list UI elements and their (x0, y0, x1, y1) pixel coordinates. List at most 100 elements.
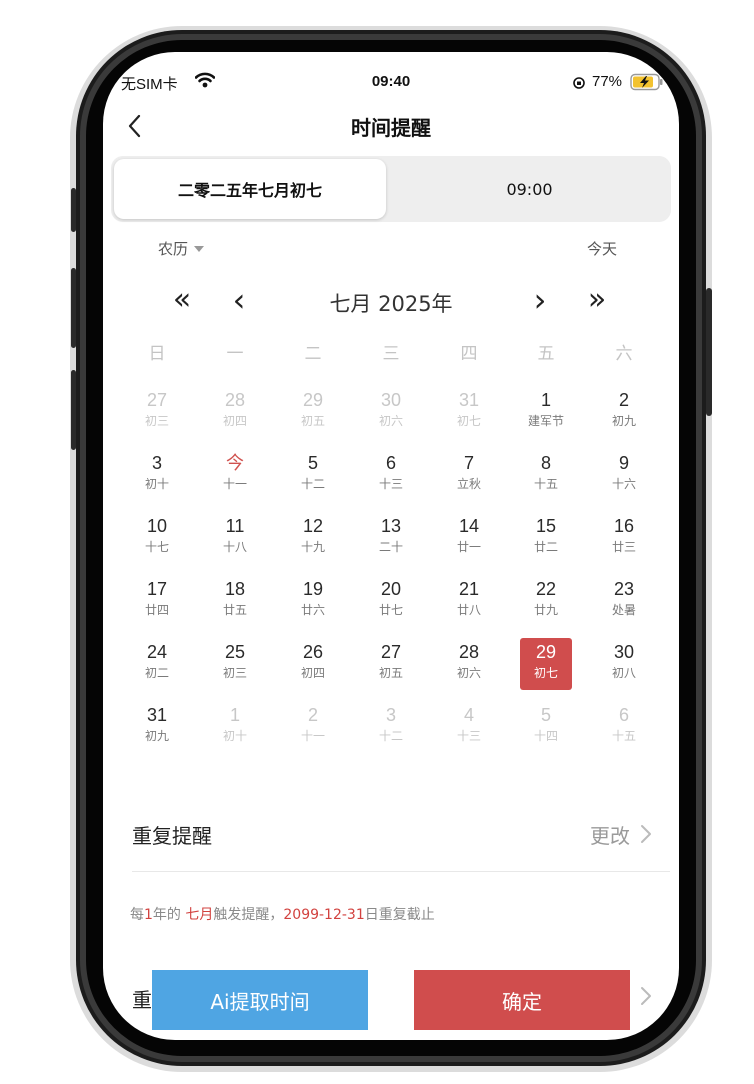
calendar-day[interactable]: 20 廿七 (352, 575, 430, 633)
calendar-day[interactable]: 8 十五 (507, 449, 585, 507)
calendar-day[interactable]: 29 初五 (274, 386, 352, 444)
day-number: 3 (151, 453, 162, 473)
day-number: 31 (146, 705, 168, 725)
calendar-day[interactable]: 15 廿二 (507, 512, 585, 570)
prev-year-button[interactable]: « (167, 284, 197, 316)
calendar-day[interactable]: 27 初三 (118, 386, 196, 444)
calendar-day[interactable]: 1 建军节 (507, 386, 585, 444)
calendar-day[interactable]: 28 初六 (430, 638, 508, 696)
date-time-segmented-control: 二零二五年七月初七 09:00 (111, 156, 671, 222)
calendar-day[interactable]: 2 十一 (274, 701, 352, 759)
prev-month-button[interactable]: ‹ (227, 284, 251, 316)
calendar-mode-dropdown[interactable]: 农历 (158, 238, 205, 259)
day-number: 21 (458, 579, 480, 599)
day-number: 22 (535, 579, 557, 599)
calendar-day[interactable]: 14 廿一 (430, 512, 508, 570)
day-number: 17 (146, 579, 168, 599)
day-number: 27 (146, 390, 168, 410)
weekday-label: 日 (148, 344, 166, 364)
calendar-day[interactable]: 30 初八 (585, 638, 663, 696)
calendar-day[interactable]: 5 十四 (507, 701, 585, 759)
calendar-day[interactable]: 23 处暑 (585, 575, 663, 633)
today-link[interactable]: 今天 (587, 238, 617, 259)
calendar-day[interactable]: 24 初二 (118, 638, 196, 696)
ai-extract-time-button[interactable]: Ai提取时间 (152, 970, 368, 1030)
lunar-date: 廿三 (611, 540, 636, 554)
calendar-day[interactable]: 26 初四 (274, 638, 352, 696)
lunar-date: 初七 (456, 414, 481, 428)
calendar-day[interactable]: 9 十六 (585, 449, 663, 507)
lunar-date: 初四 (300, 666, 325, 680)
calendar-day[interactable]: 17 廿四 (118, 575, 196, 633)
calendar-day[interactable]: 25 初三 (196, 638, 274, 696)
time-tab[interactable]: 09:00 (391, 159, 668, 219)
lunar-date: 十五 (533, 477, 558, 491)
day-number: 今 (226, 453, 244, 473)
calendar-day[interactable]: 19 廿六 (274, 575, 352, 633)
calendar-day[interactable]: 30 初六 (352, 386, 430, 444)
day-number: 4 (463, 705, 474, 725)
day-number: 7 (463, 453, 474, 473)
month-title: 七月 2025年 (329, 292, 453, 316)
lunar-date: 十三 (456, 729, 481, 743)
lunar-date: 十三 (378, 477, 403, 491)
calendar-day[interactable]: 6 十五 (585, 701, 663, 759)
lunar-date: 十四 (533, 729, 558, 743)
calendar-day[interactable]: 10 十七 (118, 512, 196, 570)
lunar-date: 初七 (533, 666, 558, 680)
lunar-date: 初八 (611, 666, 636, 680)
next-year-button[interactable]: » (582, 284, 612, 316)
calendar-day[interactable]: 6 十三 (352, 449, 430, 507)
calendar-day[interactable]: 11 十八 (196, 512, 274, 570)
lunar-date: 初九 (611, 414, 636, 428)
page-title: 时间提醒 (351, 116, 431, 140)
lunar-date: 初十 (144, 477, 169, 491)
calendar-day[interactable]: 22 廿九 (507, 575, 585, 633)
repeat-reminder-row[interactable]: 重复提醒 更改 (103, 810, 679, 870)
repeat-change-label[interactable]: 更改 (590, 820, 630, 849)
day-number: 31 (458, 390, 480, 410)
weekday-label: 四 (460, 344, 478, 364)
calendar-day[interactable]: 3 初十 (118, 449, 196, 507)
calendar-day[interactable]: 7 立秋 (430, 449, 508, 507)
calendar-day[interactable]: 2 初九 (585, 386, 663, 444)
day-number: 12 (302, 516, 324, 536)
calendar-day[interactable]: 5 十二 (274, 449, 352, 507)
calendar-day[interactable]: 1 初十 (196, 701, 274, 759)
wifi-icon (195, 72, 215, 88)
calendar-day[interactable]: 13 二十 (352, 512, 430, 570)
confirm-button[interactable]: 确定 (414, 970, 630, 1030)
day-number: 29 (302, 390, 324, 410)
day-number: 30 (380, 390, 402, 410)
back-icon[interactable] (127, 114, 143, 138)
summary-month: 七月 (185, 907, 214, 923)
summary-interval: 1 (144, 907, 153, 923)
calendar-day-selected[interactable]: 29 初七 (507, 638, 585, 696)
calendar-day[interactable]: 31 初七 (430, 386, 508, 444)
day-number: 28 (224, 390, 246, 410)
calendar-day[interactable]: 31 初九 (118, 701, 196, 759)
day-number: 10 (146, 516, 168, 536)
calendar-day[interactable]: 16 廿三 (585, 512, 663, 570)
calendar-day-today[interactable]: 今十一 (196, 449, 274, 507)
lunar-date: 廿二 (533, 540, 558, 554)
calendar-day[interactable]: 4 十三 (430, 701, 508, 759)
repeat-summary: 每1年的 七月触发提醒，2099-12-31日重复截止 (130, 904, 435, 924)
day-number: 25 (224, 642, 246, 662)
lunar-date: 初九 (144, 729, 169, 743)
date-tab[interactable]: 二零二五年七月初七 (114, 159, 386, 219)
lunar-date: 十一 (300, 729, 325, 743)
calendar-day[interactable]: 3 十二 (352, 701, 430, 759)
calendar-day[interactable]: 21 廿八 (430, 575, 508, 633)
calendar-day[interactable]: 28 初四 (196, 386, 274, 444)
lunar-date: 立秋 (456, 477, 481, 491)
volume-up-button (71, 268, 76, 348)
lunar-date: 廿五 (222, 603, 247, 617)
calendar-day[interactable]: 12 十九 (274, 512, 352, 570)
clock: 09:40 (371, 73, 411, 90)
calendar-day[interactable]: 18 廿五 (196, 575, 274, 633)
next-month-button[interactable]: › (528, 284, 552, 316)
lunar-date: 廿七 (378, 603, 403, 617)
lunar-date: 十一 (222, 477, 247, 491)
calendar-day[interactable]: 27 初五 (352, 638, 430, 696)
